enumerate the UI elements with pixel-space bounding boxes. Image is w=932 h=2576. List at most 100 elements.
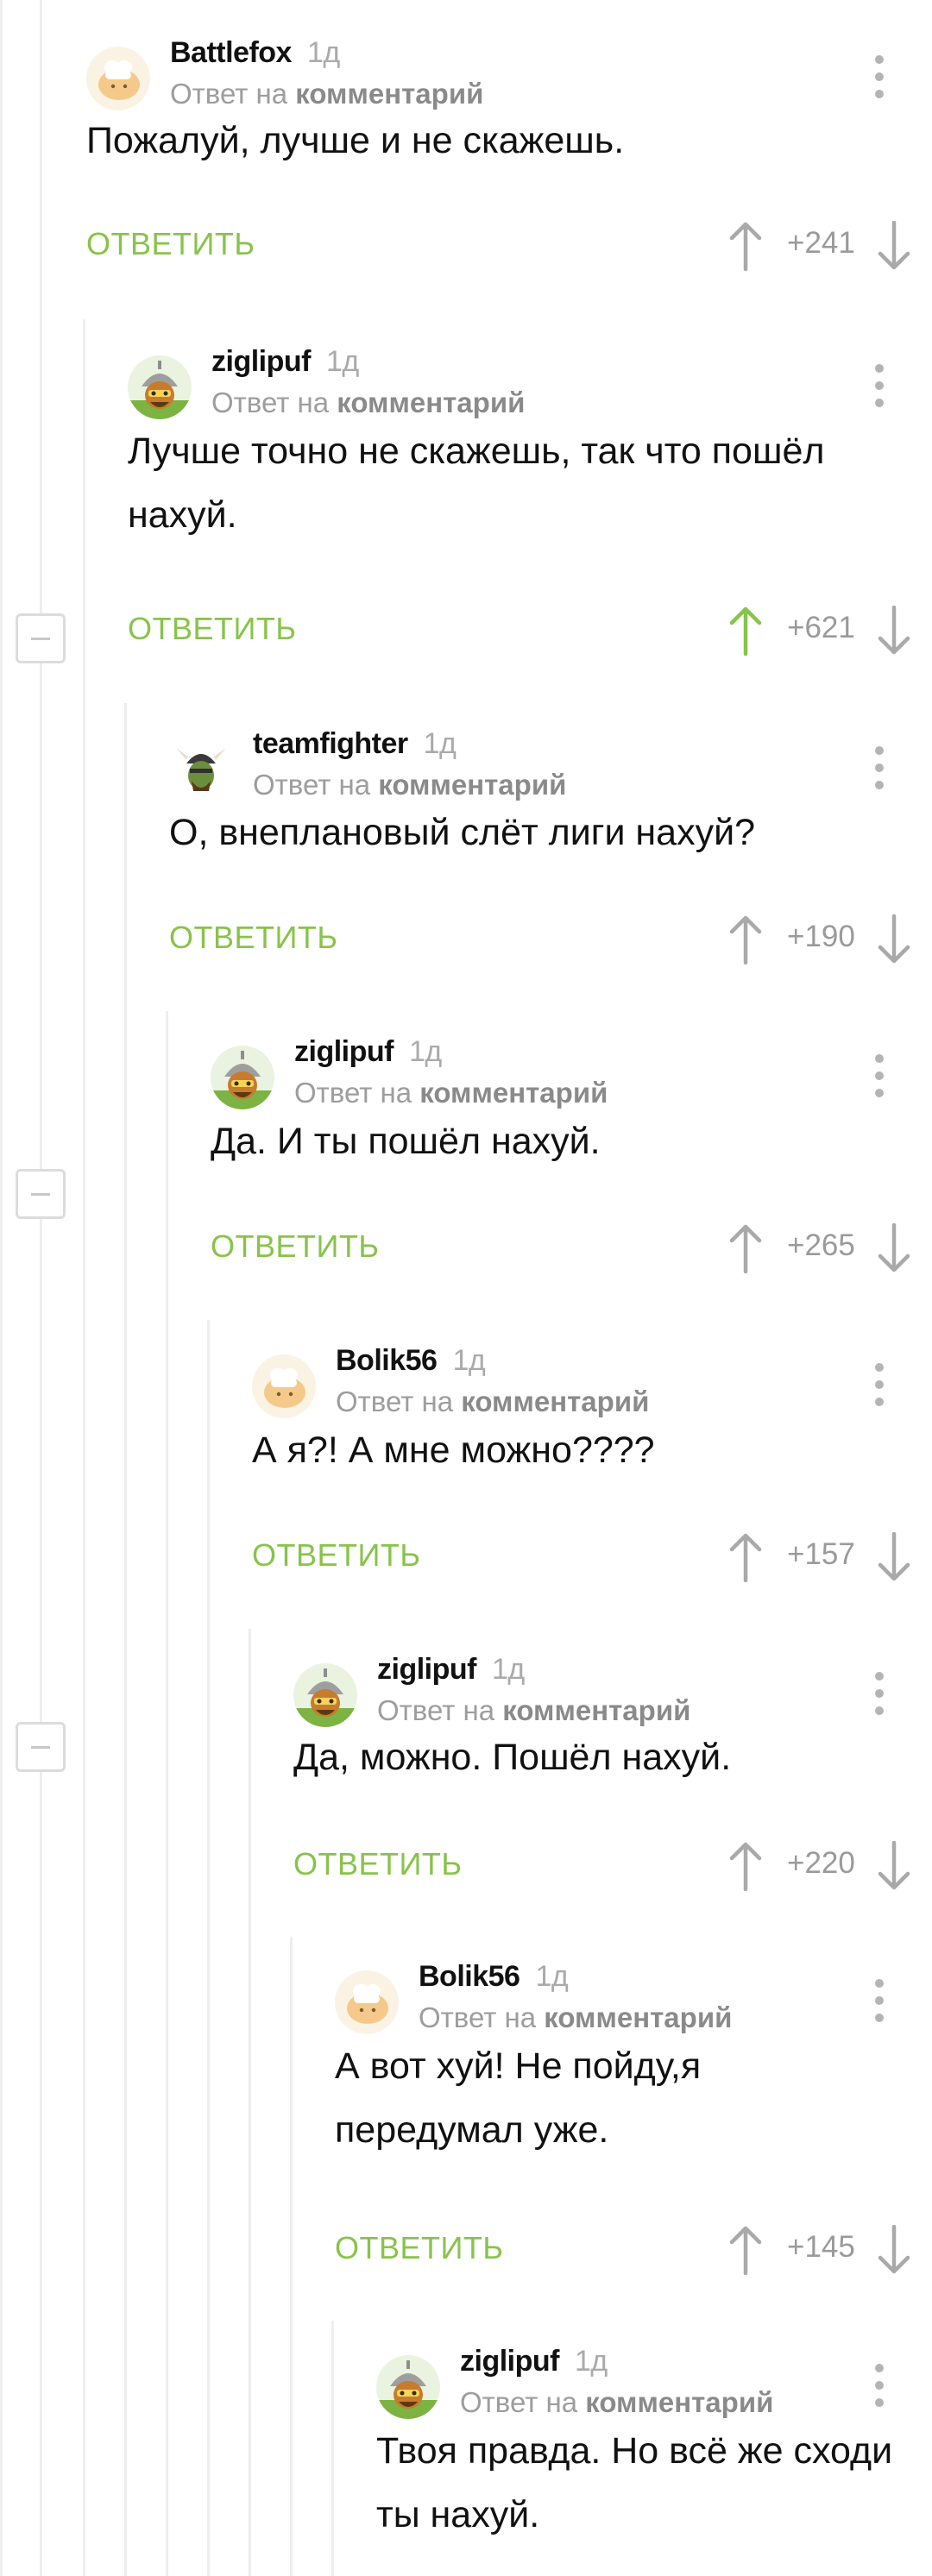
avatar[interactable] <box>293 1663 357 1727</box>
username[interactable]: ziglipuf 1д <box>460 2345 608 2378</box>
upvote-arrow-icon[interactable] <box>728 914 763 964</box>
more-menu-icon[interactable] <box>866 1979 892 2031</box>
more-menu-icon[interactable] <box>866 1363 892 1415</box>
comment-actions: ОТВЕТИТЬ +241 <box>86 221 932 278</box>
upvote-arrow-icon[interactable] <box>728 606 763 656</box>
reply-to-prefix: Ответ на <box>294 1077 420 1109</box>
reply-to-prefix: Ответ на <box>170 78 296 110</box>
reply-button[interactable]: ОТВЕТИТЬ <box>128 611 297 647</box>
thread-line <box>40 0 42 2576</box>
more-menu-icon[interactable] <box>866 364 892 416</box>
avatar[interactable] <box>169 738 233 801</box>
upvote-arrow-icon[interactable] <box>728 1841 763 1891</box>
comment-actions: ОТВЕТИТЬ +190 <box>169 914 932 971</box>
reply-to-link[interactable]: комментарий <box>419 1077 608 1109</box>
reply-button[interactable]: ОТВЕТИТЬ <box>169 920 338 956</box>
username-text[interactable]: ziglipuf <box>211 345 311 378</box>
comment-thread: { "reply_label": "ОТВЕТИТЬ", "reply_to_p… <box>0 0 932 2576</box>
reply-to-prefix: Ответ на <box>253 769 379 801</box>
warrior-avatar-icon <box>376 2355 440 2419</box>
collapse-thread-button[interactable] <box>16 613 66 663</box>
reply-to-prefix: Ответ на <box>211 386 337 418</box>
username-text[interactable]: teamfighter <box>253 727 408 760</box>
upvote-arrow-icon[interactable] <box>728 1532 763 1582</box>
username-text[interactable]: Bolik56 <box>419 1960 520 1993</box>
more-menu-icon[interactable] <box>866 1672 892 1724</box>
comment-time: 1д <box>491 1653 525 1686</box>
avatar[interactable] <box>376 2355 440 2419</box>
thread-line <box>83 319 85 2576</box>
chef-avatar-icon <box>335 1970 399 2034</box>
comment-actions: ОТВЕТИТЬ +157 <box>252 1532 932 1589</box>
reply-to-line: Ответ на комментарий <box>460 2386 773 2419</box>
reply-button[interactable]: ОТВЕТИТЬ <box>86 226 255 262</box>
collapse-thread-button[interactable] <box>16 1722 66 1772</box>
username-text[interactable]: ziglipuf <box>460 2345 559 2378</box>
vote-score: +241 <box>787 226 855 260</box>
username[interactable]: Battlefox 1д <box>170 36 340 70</box>
username-text[interactable]: Bolik56 <box>336 1344 438 1377</box>
downvote-arrow-icon[interactable] <box>877 1532 911 1582</box>
collapse-thread-button[interactable] <box>16 1169 66 1219</box>
chef-avatar-icon <box>252 1354 316 1418</box>
reply-to-link[interactable]: комментарий <box>295 78 483 110</box>
comment-text: А вот хуй! Не пойду,я передумал уже. <box>335 2045 702 2151</box>
downvote-arrow-icon[interactable] <box>877 1841 911 1891</box>
downvote-arrow-icon[interactable] <box>877 606 911 656</box>
reply-to-link[interactable]: комментарий <box>461 1385 649 1417</box>
reply-to-line: Ответ на комментарий <box>253 769 566 801</box>
reply-to-link[interactable]: комментарий <box>585 2386 773 2418</box>
downvote-arrow-icon[interactable] <box>877 221 911 271</box>
comment-time: 1д <box>306 36 340 69</box>
upvote-arrow-icon[interactable] <box>728 221 763 271</box>
username[interactable]: teamfighter 1д <box>253 727 457 761</box>
more-menu-icon[interactable] <box>866 746 892 798</box>
more-menu-icon[interactable] <box>866 2364 892 2416</box>
downvote-arrow-icon[interactable] <box>877 2225 911 2275</box>
reply-to-link[interactable]: комментарий <box>544 2001 732 2033</box>
vote-score: +190 <box>787 920 855 953</box>
reply-to-link[interactable]: комментарий <box>378 769 566 801</box>
downvote-arrow-icon[interactable] <box>877 1223 911 1273</box>
downvote-arrow-icon[interactable] <box>877 914 911 964</box>
avatar[interactable] <box>128 355 192 419</box>
reply-to-prefix: Ответ на <box>336 1385 462 1417</box>
avatar[interactable] <box>211 1046 274 1109</box>
avatar[interactable] <box>252 1354 316 1418</box>
reply-button[interactable]: ОТВЕТИТЬ <box>335 2230 504 2266</box>
reply-button[interactable]: ОТВЕТИТЬ <box>211 1228 380 1265</box>
comment-time: 1д <box>452 1344 486 1377</box>
comment-text: О, внеплановый слёт лиги нахуй? <box>169 812 756 853</box>
avatar[interactable] <box>335 1970 399 2034</box>
reply-to-link[interactable]: комментарий <box>502 1694 690 1726</box>
comment-time: 1д <box>408 1035 442 1068</box>
thread-line <box>207 1320 210 2576</box>
comment-actions: ОТВЕТИТЬ +621 <box>128 606 932 663</box>
reply-to-line: Ответ на комментарий <box>211 386 525 419</box>
comment-actions: ОТВЕТИТЬ +145 <box>335 2225 932 2282</box>
reply-button[interactable]: ОТВЕТИТЬ <box>252 1537 421 1574</box>
username[interactable]: Bolik56 1д <box>336 1344 486 1378</box>
comment-text: Твоя правда. Но всё же сходи ты нахуй. <box>376 2430 893 2535</box>
vote-score: +157 <box>787 1537 855 1571</box>
more-menu-icon[interactable] <box>866 55 892 107</box>
comment-time: 1д <box>574 2345 608 2378</box>
reply-button[interactable]: ОТВЕТИТЬ <box>293 1846 463 1882</box>
username-text[interactable]: ziglipuf <box>377 1653 476 1686</box>
username[interactable]: ziglipuf 1д <box>294 1035 442 1069</box>
comment-text: Лучше точно не скажешь, так что пошёл на… <box>128 430 825 536</box>
reply-to-link[interactable]: комментарий <box>337 386 525 418</box>
upvote-arrow-icon[interactable] <box>728 2225 763 2275</box>
comment-time: 1д <box>325 345 359 378</box>
username-text[interactable]: Battlefox <box>170 36 292 69</box>
reply-to-prefix: Ответ на <box>377 1694 503 1726</box>
username[interactable]: ziglipuf 1д <box>211 345 359 379</box>
vote-score: +220 <box>787 1846 855 1880</box>
upvote-arrow-icon[interactable] <box>728 1223 763 1273</box>
vote-score: +621 <box>787 611 855 644</box>
avatar[interactable] <box>86 47 150 110</box>
username[interactable]: Bolik56 1д <box>419 1960 569 1994</box>
username-text[interactable]: ziglipuf <box>294 1035 394 1068</box>
more-menu-icon[interactable] <box>866 1054 892 1106</box>
username[interactable]: ziglipuf 1д <box>377 1653 525 1687</box>
